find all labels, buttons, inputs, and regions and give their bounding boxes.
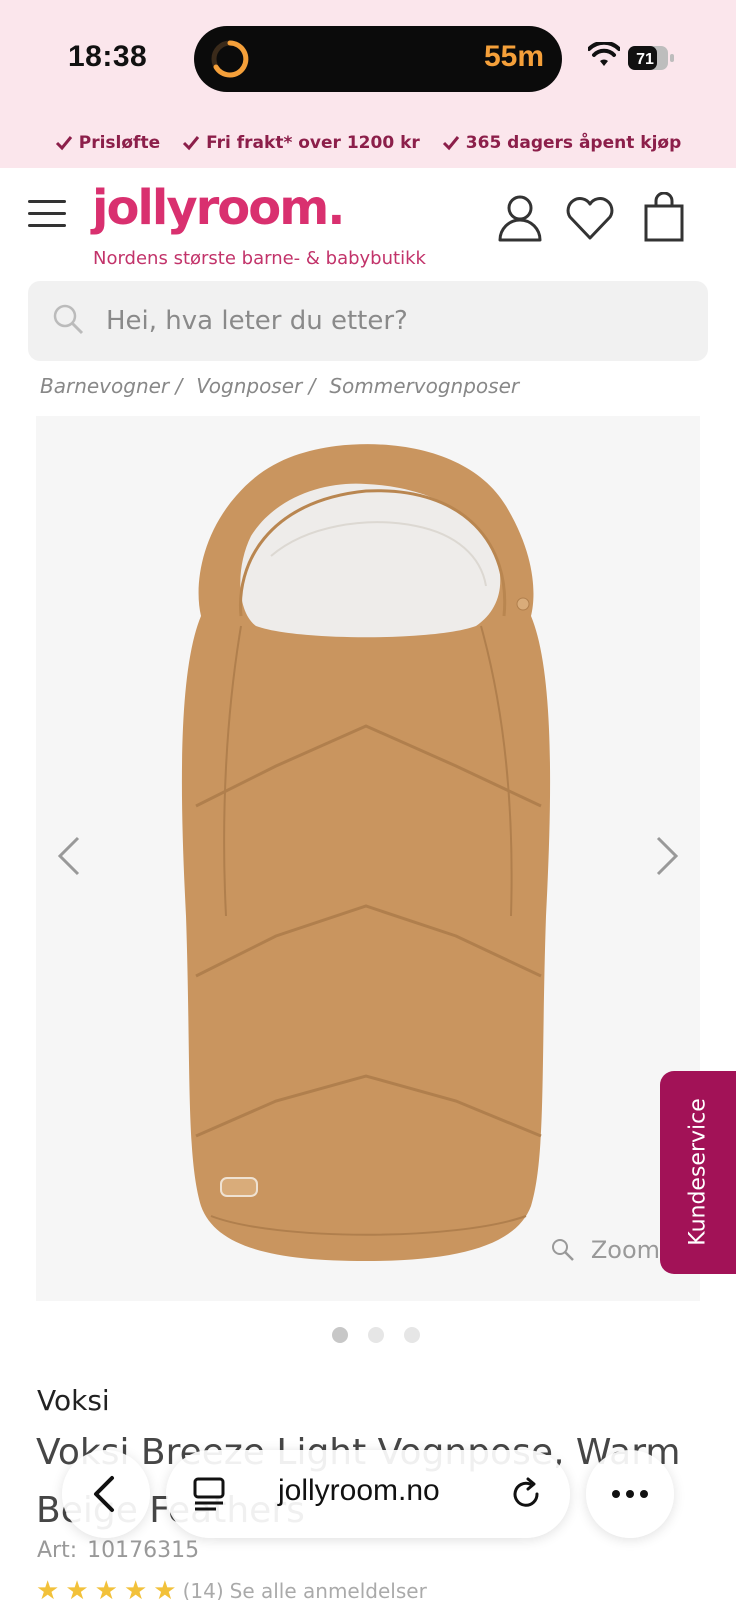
product-gallery[interactable]: Zoom xyxy=(36,416,700,1301)
breadcrumb: Barnevogner / Vognposer / Sommervognpose… xyxy=(40,374,519,398)
customer-service-label: Kundeservice xyxy=(685,1098,711,1246)
star-icon: ★ xyxy=(153,1576,177,1600)
product-rating[interactable]: ★ ★ ★ ★ ★ (14) Se alle anmeldelser xyxy=(36,1576,427,1600)
star-icon: ★ xyxy=(36,1576,60,1600)
check-icon xyxy=(183,136,200,151)
url-text: jollyroom.no xyxy=(278,1474,440,1507)
search-icon xyxy=(53,304,84,335)
status-bar: 18:38 55m 71 xyxy=(0,0,736,118)
product-image xyxy=(181,444,551,1261)
promo-label: Fri frakt* over 1200 kr xyxy=(206,133,420,153)
promo-label: Prisløfte xyxy=(78,133,161,153)
bag-icon[interactable] xyxy=(638,192,690,244)
site-logo[interactable]: jollyroom. xyxy=(92,180,345,236)
timer-ring-icon xyxy=(211,40,249,78)
customer-service-tab[interactable]: Kundeservice xyxy=(660,1071,736,1274)
next-image-icon[interactable] xyxy=(654,834,682,878)
carousel-dots xyxy=(332,1327,420,1343)
breadcrumb-item[interactable]: Sommervognposer xyxy=(329,374,519,398)
promo-item: Fri frakt* over 1200 kr xyxy=(182,133,420,153)
article-label: Art: xyxy=(37,1538,78,1563)
back-arrow-icon xyxy=(94,1476,114,1512)
breadcrumb-item[interactable]: Vognposer / xyxy=(196,374,315,398)
battery-icon: 71 xyxy=(628,46,674,70)
carousel-dot[interactable] xyxy=(404,1327,420,1343)
carousel-dot[interactable] xyxy=(332,1327,348,1343)
article-number: Art: 10176315 xyxy=(37,1538,199,1563)
check-icon xyxy=(442,136,459,151)
promo-bar: Prisløfte Fri frakt* over 1200 kr 365 da… xyxy=(0,118,736,168)
prev-image-icon[interactable] xyxy=(54,834,82,878)
user-icon[interactable] xyxy=(494,192,546,244)
dynamic-island[interactable]: 55m xyxy=(194,26,562,92)
star-icon: ★ xyxy=(123,1576,148,1600)
address-bar[interactable]: jollyroom.no xyxy=(166,1450,570,1538)
rating-count: (14) xyxy=(182,1579,224,1600)
heart-icon[interactable] xyxy=(564,192,616,244)
site-tagline: Nordens største barne- & babybutikk xyxy=(93,248,426,269)
carousel-dot[interactable] xyxy=(368,1327,384,1343)
check-icon xyxy=(55,136,72,151)
browser-more-button[interactable] xyxy=(586,1450,674,1538)
product-brand[interactable]: Voksi xyxy=(37,1384,110,1417)
article-value: 10176315 xyxy=(87,1538,200,1563)
activity-label: 55m xyxy=(483,40,544,73)
zoom-label: Zoom xyxy=(590,1236,660,1264)
promo-item: 365 dagers åpent kjøp xyxy=(442,133,681,153)
star-icon: ★ xyxy=(94,1576,118,1600)
battery-level: 71 xyxy=(636,51,654,68)
reload-icon[interactable] xyxy=(508,1476,544,1512)
tabs-icon xyxy=(193,1477,225,1511)
wifi-icon xyxy=(588,42,620,66)
zoom-button[interactable]: Zoom xyxy=(551,1236,660,1264)
browser-back-button[interactable] xyxy=(62,1450,150,1538)
search-input[interactable] xyxy=(106,295,686,347)
star-icon: ★ xyxy=(65,1576,89,1600)
reviews-link[interactable]: Se alle anmeldelser xyxy=(230,1579,427,1600)
clock: 18:38 xyxy=(68,40,148,73)
promo-item: Prisløfte xyxy=(55,133,160,153)
magnifier-icon xyxy=(551,1239,574,1261)
search-bar[interactable] xyxy=(28,281,708,361)
breadcrumb-item[interactable]: Barnevogner / xyxy=(40,374,182,398)
more-icon xyxy=(612,1490,648,1498)
menu-icon[interactable] xyxy=(28,200,66,230)
promo-label: 365 dagers åpent kjøp xyxy=(465,133,682,153)
